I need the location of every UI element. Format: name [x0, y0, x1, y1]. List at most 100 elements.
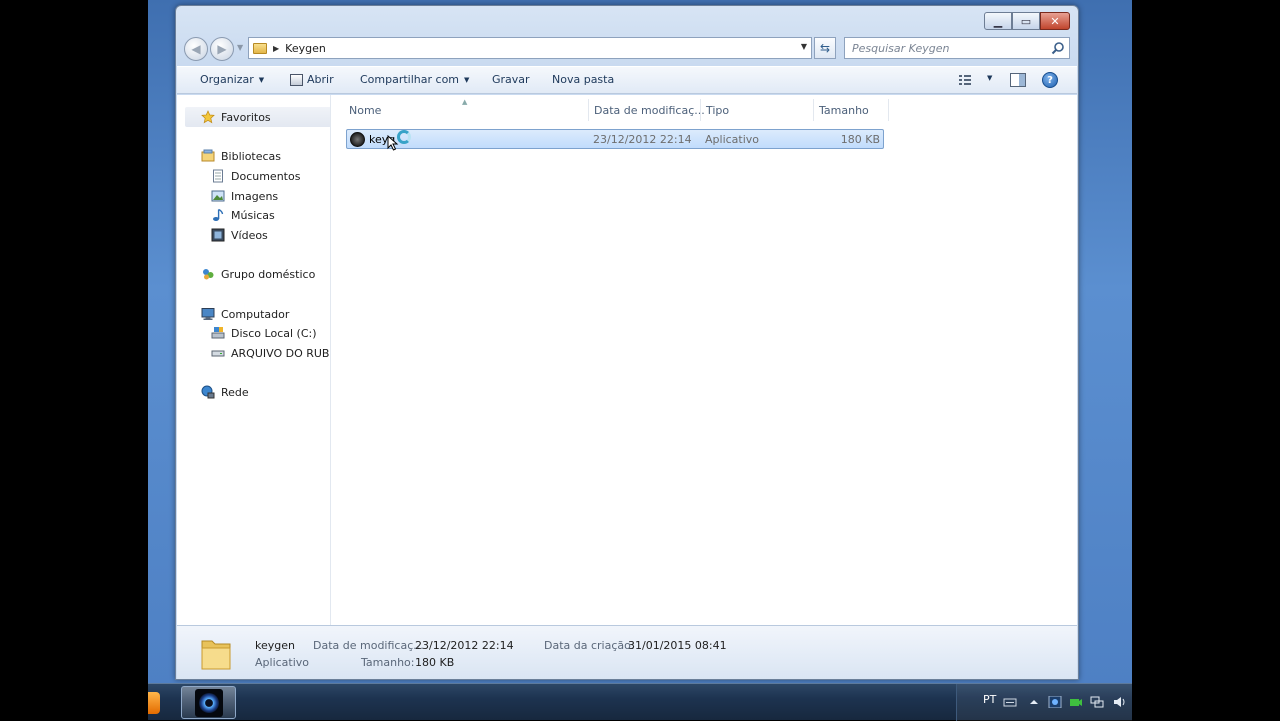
- view-options-icon[interactable]: [958, 74, 972, 86]
- help-icon[interactable]: ?: [1042, 72, 1058, 88]
- media-player-icon: [194, 688, 223, 717]
- folder-icon: [253, 42, 267, 54]
- address-bar[interactable]: ▶ Keygen ▼: [248, 37, 812, 59]
- sidebar-item-videos[interactable]: Vídeos: [211, 225, 268, 245]
- document-icon: [213, 169, 223, 183]
- folder-icon: [201, 640, 231, 670]
- sidebar-item-computer[interactable]: Computador: [201, 304, 289, 324]
- organize-button[interactable]: Organizar ▼: [200, 73, 264, 86]
- taskbar-media-player-button[interactable]: [181, 686, 236, 719]
- share-label: Compartilhar com: [360, 73, 460, 86]
- breadcrumb-keygen[interactable]: Keygen: [285, 42, 326, 55]
- sidebar-item-documents[interactable]: Documentos: [211, 166, 300, 186]
- show-hidden-icons-chevron-icon[interactable]: [1027, 696, 1041, 708]
- breadcrumb-arrow-icon[interactable]: ▶: [273, 44, 279, 53]
- forward-button[interactable]: ▶: [210, 37, 234, 61]
- column-header-name[interactable]: Nome: [349, 104, 381, 117]
- search-icon[interactable]: [1051, 41, 1065, 55]
- computer-icon: [201, 308, 215, 320]
- file-modified: 23/12/2012 22:14: [593, 133, 692, 146]
- details-size-value: 180 KB: [415, 656, 455, 669]
- refresh-button[interactable]: ⇆: [814, 37, 836, 59]
- column-header-modified[interactable]: Data de modificaç...: [594, 104, 705, 117]
- application-icon: [350, 132, 365, 147]
- navigation-bar: ◀ ▶ ▼ ▶ Keygen ▼ ⇆ Pesquisar Keygen: [184, 37, 1072, 61]
- burn-label: Gravar: [492, 73, 530, 86]
- sidebar-item-local-disk[interactable]: Disco Local (C:): [211, 323, 317, 343]
- chevron-down-icon: ▼: [464, 75, 470, 84]
- language-indicator[interactable]: PT: [983, 693, 996, 706]
- maximize-icon[interactable]: ▭: [1012, 12, 1040, 30]
- address-dropdown-icon[interactable]: ▼: [801, 42, 807, 51]
- back-button[interactable]: ◀: [184, 37, 208, 61]
- loading-spinner-icon: [397, 130, 411, 144]
- videos-label: Vídeos: [231, 228, 268, 242]
- image-icon: [211, 190, 225, 202]
- column-separator[interactable]: [700, 99, 701, 121]
- star-icon: [201, 110, 215, 124]
- network-icon: [201, 385, 215, 399]
- details-size-label: Tamanho:: [361, 656, 415, 669]
- application-icon: [290, 73, 303, 86]
- file-row[interactable]: keyg 23/12/2012 22:14 Aplicativo 180 KB: [346, 129, 884, 151]
- camera-tray-icon[interactable]: [1069, 696, 1083, 708]
- open-label: Abrir: [307, 73, 334, 86]
- local-disk-label: Disco Local (C:): [231, 326, 317, 340]
- images-label: Imagens: [231, 189, 279, 203]
- column-separator[interactable]: [888, 99, 889, 121]
- right-letterbox: [1132, 0, 1280, 720]
- taskbar: PT: [148, 683, 1132, 721]
- new-folder-button[interactable]: Nova pasta: [552, 73, 614, 86]
- view-options-chevron-icon[interactable]: ▼: [982, 74, 992, 82]
- details-file-type: Aplicativo: [255, 656, 310, 669]
- volume-icon[interactable]: [1113, 696, 1127, 708]
- burn-button[interactable]: Gravar: [492, 73, 530, 86]
- documents-label: Documentos: [231, 169, 301, 183]
- file-size: 180 KB: [840, 133, 880, 146]
- new-folder-label: Nova pasta: [552, 73, 615, 86]
- chevron-down-icon: ▼: [987, 74, 993, 82]
- minimize-icon[interactable]: ▁: [984, 12, 1012, 30]
- open-button[interactable]: Abrir: [290, 73, 334, 86]
- content-area: Favoritos Bibliotecas Documentos Imagens…: [177, 95, 1077, 625]
- column-separator[interactable]: [588, 99, 589, 121]
- search-input[interactable]: Pesquisar Keygen: [844, 37, 1070, 59]
- details-pane: keygen Aplicativo Data de modificaç... 2…: [177, 625, 1077, 679]
- hard-drive-icon: [211, 327, 225, 339]
- computer-label: Computador: [221, 307, 290, 321]
- column-header-size[interactable]: Tamanho: [819, 104, 869, 117]
- sidebar-item-music[interactable]: Músicas: [211, 205, 275, 225]
- keyboard-icon[interactable]: [1003, 696, 1017, 708]
- column-header-type[interactable]: Tipo: [706, 104, 729, 117]
- libraries-label: Bibliotecas: [221, 149, 282, 163]
- file-list: ▲ Nome Data de modificaç... Tipo Tamanho…: [332, 95, 1077, 625]
- sidebar-item-network[interactable]: Rede: [201, 382, 249, 402]
- sidebar-item-favorites[interactable]: Favoritos: [185, 107, 330, 127]
- libraries-icon: [201, 149, 215, 162]
- app-tray-icon[interactable]: [1048, 696, 1062, 708]
- sidebar-item-homegroup[interactable]: Grupo doméstico: [201, 264, 315, 284]
- network-tray-icon[interactable]: [1090, 696, 1104, 708]
- sidebar-item-images[interactable]: Imagens: [211, 186, 278, 206]
- favorites-label: Favoritos: [221, 110, 271, 124]
- taskbar-app-partial-icon[interactable]: [148, 692, 160, 714]
- organize-label: Organizar: [200, 73, 254, 86]
- column-separator[interactable]: [813, 99, 814, 121]
- left-letterbox: [0, 0, 148, 720]
- details-modified-label: Data de modificaç...: [313, 639, 424, 652]
- mouse-cursor-icon: [387, 135, 399, 151]
- recent-pages-chevron-icon[interactable]: ▼: [237, 43, 243, 52]
- preview-pane-icon[interactable]: [1010, 73, 1026, 87]
- sort-indicator-icon: ▲: [462, 98, 468, 106]
- system-tray: PT: [956, 684, 1132, 721]
- sidebar-item-libraries[interactable]: Bibliotecas: [201, 146, 281, 166]
- video-icon: [211, 228, 225, 242]
- homegroup-icon: [203, 269, 214, 280]
- details-created-label: Data da criação:: [544, 639, 635, 652]
- close-icon[interactable]: ✕: [1040, 12, 1070, 30]
- share-with-button[interactable]: Compartilhar com ▼: [360, 73, 469, 86]
- details-modified-value: 23/12/2012 22:14: [415, 639, 514, 652]
- details-file-name: keygen: [255, 639, 295, 652]
- sidebar-item-drive2[interactable]: ARQUIVO DO RUBEN: [211, 343, 330, 363]
- removable-drive-icon: [211, 350, 225, 357]
